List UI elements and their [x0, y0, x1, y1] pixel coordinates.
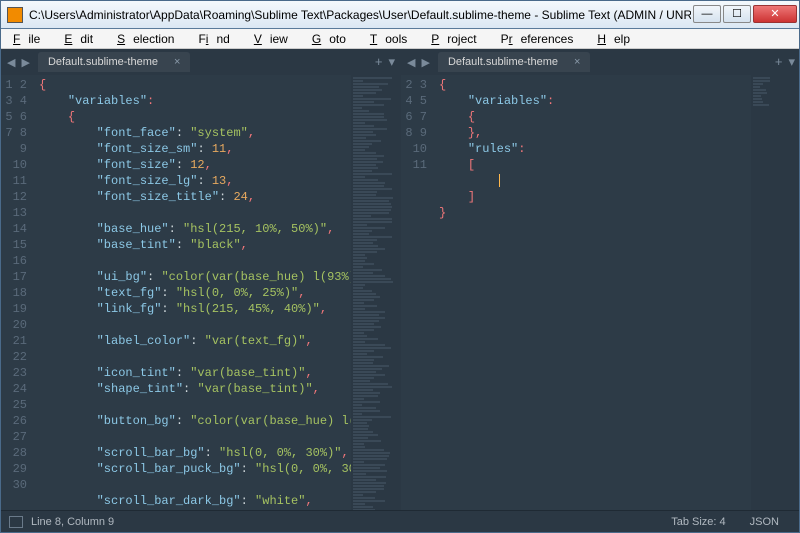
tab-history-fwd-icon[interactable]: ▶ — [19, 56, 31, 69]
minimize-button[interactable]: — — [693, 5, 721, 23]
tab-close-icon[interactable]: × — [174, 56, 180, 68]
editor-right[interactable]: 2 3 4 5 6 7 8 9 10 11 { "variables": { }… — [401, 75, 799, 510]
menu-tools[interactable]: Tools — [362, 30, 423, 48]
tab-dropdown-icon[interactable]: ▾ — [788, 54, 795, 70]
workspace: ◀ ▶ Default.sublime-theme × + ▾ 1 2 3 4 … — [1, 49, 799, 510]
tabbar-right: ◀ ▶ Default.sublime-theme × + ▾ — [401, 49, 799, 75]
tab-history-back-icon[interactable]: ◀ — [5, 56, 17, 69]
minimap-right[interactable] — [751, 75, 799, 510]
gutter-right: 2 3 4 5 6 7 8 9 10 11 — [401, 75, 435, 510]
tab-dropdown-icon[interactable]: ▾ — [388, 54, 395, 70]
menu-goto[interactable]: Goto — [304, 30, 362, 48]
gutter-left: 1 2 3 4 5 6 7 8 9 10 11 12 13 14 15 16 1… — [1, 75, 35, 510]
window-controls: — ☐ ✕ — [691, 5, 797, 25]
tab-history-back-icon[interactable]: ◀ — [405, 56, 417, 69]
tab-history-fwd-icon[interactable]: ▶ — [419, 56, 431, 69]
minimap-left[interactable] — [351, 75, 399, 510]
maximize-button[interactable]: ☐ — [723, 5, 751, 23]
status-syntax[interactable]: JSON — [738, 516, 791, 528]
menu-file[interactable]: File — [5, 30, 56, 48]
code-left[interactable]: { "variables": { "font_face": "system", … — [35, 75, 351, 510]
menu-selection[interactable]: Selection — [109, 30, 190, 48]
window-title: C:\Users\Administrator\AppData\Roaming\S… — [29, 8, 691, 22]
panel-switcher-icon[interactable] — [9, 516, 23, 528]
status-position[interactable]: Line 8, Column 9 — [31, 516, 114, 528]
tabbar-left: ◀ ▶ Default.sublime-theme × + ▾ — [1, 49, 399, 75]
tab-label: Default.sublime-theme — [448, 56, 558, 68]
tab-right[interactable]: Default.sublime-theme × — [438, 52, 591, 72]
menu-preferences[interactable]: Preferences — [493, 30, 590, 48]
status-tabsize[interactable]: Tab Size: 4 — [659, 516, 737, 528]
menu-edit[interactable]: Edit — [56, 30, 109, 48]
menu-find[interactable]: Find — [190, 30, 245, 48]
pane-right: ◀ ▶ Default.sublime-theme × + ▾ 2 3 4 5 … — [401, 49, 799, 510]
close-button[interactable]: ✕ — [753, 5, 797, 23]
menubar: File Edit Selection Find View Goto Tools… — [1, 29, 799, 49]
new-tab-icon[interactable]: + — [775, 54, 783, 70]
new-tab-icon[interactable]: + — [375, 54, 383, 70]
menu-project[interactable]: Project — [423, 30, 492, 48]
pane-left: ◀ ▶ Default.sublime-theme × + ▾ 1 2 3 4 … — [1, 49, 401, 510]
tab-left[interactable]: Default.sublime-theme × — [38, 52, 191, 72]
menu-view[interactable]: View — [246, 30, 304, 48]
app-icon — [7, 7, 23, 23]
statusbar: Line 8, Column 9 Tab Size: 4 JSON — [1, 510, 799, 532]
app-window: C:\Users\Administrator\AppData\Roaming\S… — [0, 0, 800, 533]
titlebar[interactable]: C:\Users\Administrator\AppData\Roaming\S… — [1, 1, 799, 29]
tab-close-icon[interactable]: × — [574, 56, 580, 68]
tab-label: Default.sublime-theme — [48, 56, 158, 68]
editor-left[interactable]: 1 2 3 4 5 6 7 8 9 10 11 12 13 14 15 16 1… — [1, 75, 399, 510]
code-right[interactable]: { "variables": { }, "rules": [ ] } — [435, 75, 751, 510]
menu-help[interactable]: Help — [589, 30, 646, 48]
